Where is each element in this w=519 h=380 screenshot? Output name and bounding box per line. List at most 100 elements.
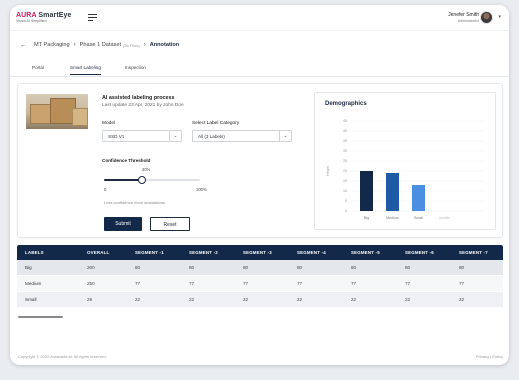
chevron-down-icon[interactable]: ▾ bbox=[498, 14, 501, 20]
brand-name: AURA SmartEye bbox=[16, 12, 72, 19]
y-tick-label: 5 bbox=[345, 199, 347, 203]
copyright-text: Copyright © 2022 Auraeade.ai. All rights… bbox=[18, 354, 107, 359]
table-cell: 80 bbox=[459, 265, 465, 270]
column-header: SEGMENT -7 bbox=[459, 250, 488, 255]
table-cell: 200 bbox=[87, 265, 95, 270]
y-tick-label: 15 bbox=[343, 179, 347, 183]
table-cell: 80 bbox=[297, 265, 303, 270]
y-tick-label: 40 bbox=[343, 129, 347, 133]
threshold-slider-handle[interactable] bbox=[138, 176, 147, 184]
label-category-select-value: All (3 Labels) bbox=[198, 134, 225, 139]
table-cell: 80 bbox=[351, 265, 357, 270]
chevron-right-icon: › bbox=[73, 42, 76, 48]
table-row[interactable]: Medium 250 77 77 77 77 77 77 77 bbox=[17, 276, 503, 292]
brand-name-part-b: SmartEye bbox=[38, 12, 72, 19]
dataset-thumbnail-image bbox=[26, 94, 88, 129]
tab-inspection[interactable]: Inspection bbox=[125, 65, 146, 70]
table-cell: 77 bbox=[297, 281, 303, 286]
table-cell: 77 bbox=[351, 281, 357, 286]
bar-big[interactable] bbox=[360, 171, 373, 211]
avatar[interactable] bbox=[480, 11, 493, 24]
table-cell: 80 bbox=[243, 265, 249, 270]
y-tick-label: 45 bbox=[343, 119, 347, 123]
brand-tagline: Vision AI Simplified bbox=[16, 19, 47, 23]
threshold-slider[interactable] bbox=[104, 176, 200, 184]
tab-portal[interactable]: Portal bbox=[32, 65, 44, 70]
table-header: LABELS OVERALL SEGMENT -1 SEGMENT -2 SEGMENT… bbox=[17, 245, 503, 260]
table-row[interactable]: Big 200 80 80 80 80 80 80 80 bbox=[17, 260, 503, 276]
y-axis-label: Height bbox=[326, 166, 330, 176]
user-role: Administrator bbox=[457, 19, 479, 23]
table-horizontal-scrollbar[interactable] bbox=[18, 316, 63, 318]
demographics-bar-chart: Height 0 5 10 15 20 25 30 35 40 45 Big Medium Small In… bbox=[326, 119, 485, 220]
column-header: SEGMENT -3 bbox=[243, 250, 272, 255]
y-tick-label: 20 bbox=[343, 169, 347, 173]
row-label: Small bbox=[25, 297, 37, 302]
model-select[interactable]: SSD V1 ⌄ bbox=[102, 130, 182, 142]
breadcrumb-item-dataset[interactable]: Phase 1 Dataset bbox=[80, 42, 121, 48]
table-cell: 22 bbox=[243, 297, 249, 302]
column-header: SEGMENT -1 bbox=[135, 250, 164, 255]
brand-name-part-a: AURA bbox=[16, 12, 39, 19]
process-title: AI assisted labeling process bbox=[102, 95, 175, 101]
dataset-file-count: (36 Files) bbox=[123, 42, 140, 48]
table-cell: 22 bbox=[135, 297, 141, 302]
column-header: SEGMENT -6 bbox=[405, 250, 434, 255]
column-header: SEGMENT -5 bbox=[351, 250, 380, 255]
footer: Copyright © 2022 Auraeade.ai. All rights… bbox=[10, 351, 509, 365]
label-category-select[interactable]: All (3 Labels) ⌄ bbox=[192, 130, 292, 142]
table-cell: 22 bbox=[459, 297, 465, 302]
submit-button[interactable]: Submit bbox=[104, 217, 142, 231]
x-tick-label: Big bbox=[364, 216, 369, 220]
model-select-value: SSD V1 bbox=[108, 134, 125, 139]
user-info[interactable]: Jenefer Smith Administrator bbox=[448, 12, 479, 23]
brand-logo[interactable]: AURA SmartEye Vision AI Simplified bbox=[16, 12, 72, 23]
table-cell: 77 bbox=[189, 281, 195, 286]
tab-smart-labeling[interactable]: Smart Labeling bbox=[70, 65, 101, 75]
table-cell: 77 bbox=[135, 281, 141, 286]
y-tick-label: 0 bbox=[345, 209, 347, 213]
threshold-min-label: 0 bbox=[104, 187, 107, 192]
x-tick-label: Small bbox=[414, 216, 423, 220]
bar-small[interactable] bbox=[412, 185, 425, 211]
privacy-policy-link[interactable]: Privacy | Policy bbox=[476, 354, 503, 359]
table-cell: 22 bbox=[351, 297, 357, 302]
table-cell: 77 bbox=[405, 281, 411, 286]
table-row[interactable]: Small 29 22 22 22 22 22 22 22 bbox=[17, 292, 503, 308]
breadcrumb: ← MT Packaging › Phase 1 Dataset (36 Fil… bbox=[20, 40, 179, 50]
column-header: SEGMENT -2 bbox=[189, 250, 218, 255]
threshold-slider-fill bbox=[104, 179, 143, 181]
table-cell: 80 bbox=[405, 265, 411, 270]
table-body: Big 200 80 80 80 80 80 80 80 Medium 250 77 77 77 77 77 7… bbox=[17, 260, 503, 308]
chevron-down-icon: ⌄ bbox=[169, 131, 181, 141]
table-cell: 80 bbox=[189, 265, 195, 270]
bar-medium[interactable] bbox=[386, 173, 399, 211]
y-tick-label: 30 bbox=[343, 149, 347, 153]
breadcrumb-item-project[interactable]: MT Packaging bbox=[34, 42, 70, 48]
table-cell: 77 bbox=[243, 281, 249, 286]
table-cell: 250 bbox=[87, 281, 95, 286]
table-cell: 77 bbox=[459, 281, 465, 286]
back-arrow-icon[interactable]: ← bbox=[20, 42, 27, 49]
hamburger-menu-icon[interactable] bbox=[88, 14, 97, 22]
threshold-max-label: 100% bbox=[196, 187, 207, 192]
chevron-down-icon: ⌄ bbox=[279, 131, 291, 141]
x-tick-label: Medium bbox=[386, 216, 399, 220]
segment-table: LABELS OVERALL SEGMENT -1 SEGMENT -2 SEGMENT… bbox=[17, 245, 503, 308]
table-cell: 29 bbox=[87, 297, 93, 302]
row-label: Medium bbox=[25, 281, 42, 286]
column-header: SEGMENT -4 bbox=[297, 250, 326, 255]
threshold-hint: Less confidence more annotations bbox=[104, 200, 165, 205]
table-cell: 22 bbox=[189, 297, 195, 302]
table-cell: 22 bbox=[297, 297, 303, 302]
reset-button[interactable]: Reset bbox=[150, 217, 190, 231]
labeling-panel: AI assisted labeling process Last update… bbox=[17, 83, 503, 238]
label-category-label: Select Label Category bbox=[192, 121, 240, 126]
row-label: Big bbox=[25, 265, 32, 270]
table-cell: 22 bbox=[405, 297, 411, 302]
demographics-card: Demographics Height 0 5 10 15 20 25 30 35 40 45 Big… bbox=[314, 92, 496, 230]
y-tick-label: 10 bbox=[343, 189, 347, 193]
process-meta: Last update 23 Apr, 2021 by John Doe bbox=[102, 103, 184, 108]
user-name: Jenefer Smith bbox=[448, 12, 479, 18]
breadcrumb-item-current: Annotation bbox=[149, 42, 180, 48]
